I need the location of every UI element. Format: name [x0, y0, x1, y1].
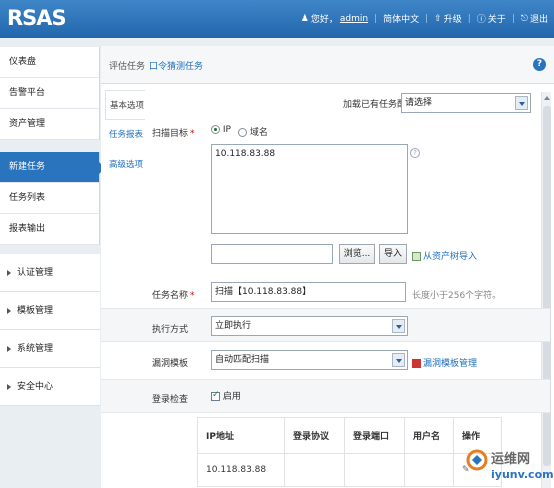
task-name-hint: 长度小于256个字符。 [412, 291, 502, 301]
import-button[interactable]: 导入 [379, 244, 407, 264]
import-from-assets-link[interactable]: 从资产树导入 [412, 249, 477, 262]
dropdown-arrow-icon [515, 96, 528, 110]
login-check-toggle[interactable]: 启用 [211, 389, 241, 402]
menu-item-report-output[interactable]: 报表输出 [0, 214, 99, 245]
table-header-row: IP地址 登录协议 登录端口 用户名 操作 [197, 417, 502, 454]
menu-panel-top: 仪表盘 告警平台 资产管理 [0, 47, 100, 140]
table-row: 10.118.83.88 ✎ [197, 453, 502, 487]
help-icon[interactable]: ? [533, 58, 546, 71]
logout-link[interactable]: ⎋ 退出 [520, 12, 548, 26]
vertical-scrollbar[interactable] [541, 92, 551, 488]
left-sidebar: 仪表盘 告警平台 资产管理 新建任务 任务列表 报表输出 认证管理 模板管理 系… [0, 38, 105, 488]
column-header: 登录端口 [344, 417, 405, 454]
column-header: 登录协议 [284, 417, 345, 454]
scroll-up-arrow[interactable] [544, 96, 550, 100]
watermark-site: iyunv.com [491, 468, 554, 481]
menu-item-alerts[interactable]: 告警平台 [0, 78, 99, 109]
app-logo: RSAS [7, 6, 67, 30]
tab-bar: 评估任务 口令猜测任务 ? [101, 46, 554, 84]
task-name-input[interactable]: 扫描【10.118.83.88】 [211, 282, 406, 302]
about-link[interactable]: ⓘ 关于 [477, 12, 506, 25]
user-link[interactable]: admin [340, 14, 368, 24]
dropdown-arrow-icon [392, 319, 405, 333]
login-credentials-table: IP地址 登录协议 登录端口 用户名 操作 10.118.83.88 ✎ [197, 417, 502, 487]
target-type-ip[interactable]: IP [211, 125, 231, 135]
main-panel: 评估任务 口令猜测任务 ? 基本选项 任务报表 高级选项 加载已有任务配置 请选… [101, 46, 554, 488]
task-name-label: 任务名称 * [152, 291, 195, 301]
vuln-template-label: 漏洞模板 [152, 359, 189, 369]
column-header: 用户名 [404, 417, 454, 454]
vuln-template-select[interactable]: 自动匹配扫描 [211, 350, 408, 370]
target-type-domain[interactable]: 域名 [238, 125, 268, 138]
expand-icon [7, 345, 11, 352]
subtab-basic-options[interactable]: 基本选项 [105, 90, 145, 120]
upgrade-link[interactable]: ⇧ 升级 [434, 12, 462, 26]
scan-target-label: 扫描目标 * [152, 129, 195, 139]
separator: | [467, 13, 471, 24]
top-nav: ♟ 您好， admin | 简体中文 | ⇧ 升级 | ⓘ 关于 | ⎋ 退出 [300, 12, 548, 26]
separator: | [374, 13, 378, 24]
asset-tree-icon [412, 252, 421, 261]
info-icon: ⓘ [476, 15, 486, 25]
expand-icon [7, 269, 11, 276]
expand-icon [7, 307, 11, 314]
required-mark: * [190, 291, 195, 301]
question-icon[interactable]: ? [410, 148, 420, 158]
enable-checkbox[interactable] [211, 390, 220, 401]
logout-icon: ⎋ [520, 13, 528, 24]
scan-targets-textarea[interactable]: 10.118.83.88 [211, 144, 408, 234]
subtab-task-report[interactable]: 任务报表 [105, 120, 145, 150]
menu-item-dashboard[interactable]: 仪表盘 [0, 47, 99, 78]
user-icon: ♟ [300, 13, 309, 24]
group-security-center[interactable]: 安全中心 [0, 368, 100, 406]
watermark: 运维网 iyunv.com [466, 446, 554, 486]
tab-assessment-task[interactable]: 评估任务 [109, 59, 145, 72]
file-path-input[interactable] [211, 244, 333, 264]
username-cell [404, 453, 454, 487]
template-manage-link[interactable]: 漏洞模板管理 [412, 356, 477, 369]
protocol-cell [284, 453, 345, 487]
required-mark: * [190, 129, 195, 139]
group-templates[interactable]: 模板管理 [0, 292, 100, 330]
watermark-logo-icon [466, 449, 488, 471]
tab-password-guess-task[interactable]: 口令猜测任务 [149, 59, 203, 72]
radio-domain[interactable] [238, 128, 247, 137]
sub-tabs: 基本选项 任务报表 高级选项 [105, 90, 145, 180]
exec-mode-label: 执行方式 [152, 325, 189, 335]
menu-item-new-task[interactable]: 新建任务 [0, 152, 105, 183]
expand-icon [7, 383, 11, 390]
radio-ip[interactable] [211, 125, 220, 134]
menu-groups: 认证管理 模板管理 系统管理 安全中心 [0, 254, 100, 406]
exec-mode-select[interactable]: 立即执行 [211, 316, 408, 336]
column-header: IP地址 [197, 417, 285, 454]
watermark-brand: 运维网 [491, 452, 531, 467]
group-auth[interactable]: 认证管理 [0, 254, 100, 292]
group-system[interactable]: 系统管理 [0, 330, 100, 368]
separator: | [511, 13, 515, 24]
load-config-select[interactable]: 请选择 [401, 93, 531, 113]
menu-item-task-list[interactable]: 任务列表 [0, 183, 99, 214]
dropdown-arrow-icon [392, 353, 405, 367]
port-cell [344, 453, 405, 487]
menu-panel-tasks: 新建任务 任务列表 报表输出 [0, 152, 105, 245]
ip-cell: 10.118.83.88 [197, 453, 285, 487]
browse-button[interactable]: 浏览... [339, 244, 375, 264]
menu-item-assets[interactable]: 资产管理 [0, 109, 99, 140]
language-link[interactable]: 简体中文 [383, 12, 419, 25]
template-icon [412, 359, 421, 368]
separator: | [425, 13, 429, 24]
upgrade-icon: ⇧ [434, 13, 442, 24]
top-bar: RSAS ♟ 您好， admin | 简体中文 | ⇧ 升级 | ⓘ 关于 | ⎋ 退… [0, 0, 554, 38]
subtab-advanced-options[interactable]: 高级选项 [105, 150, 145, 180]
login-check-label: 登录检查 [152, 395, 189, 405]
user-greeting: ♟ 您好， admin [300, 13, 369, 26]
